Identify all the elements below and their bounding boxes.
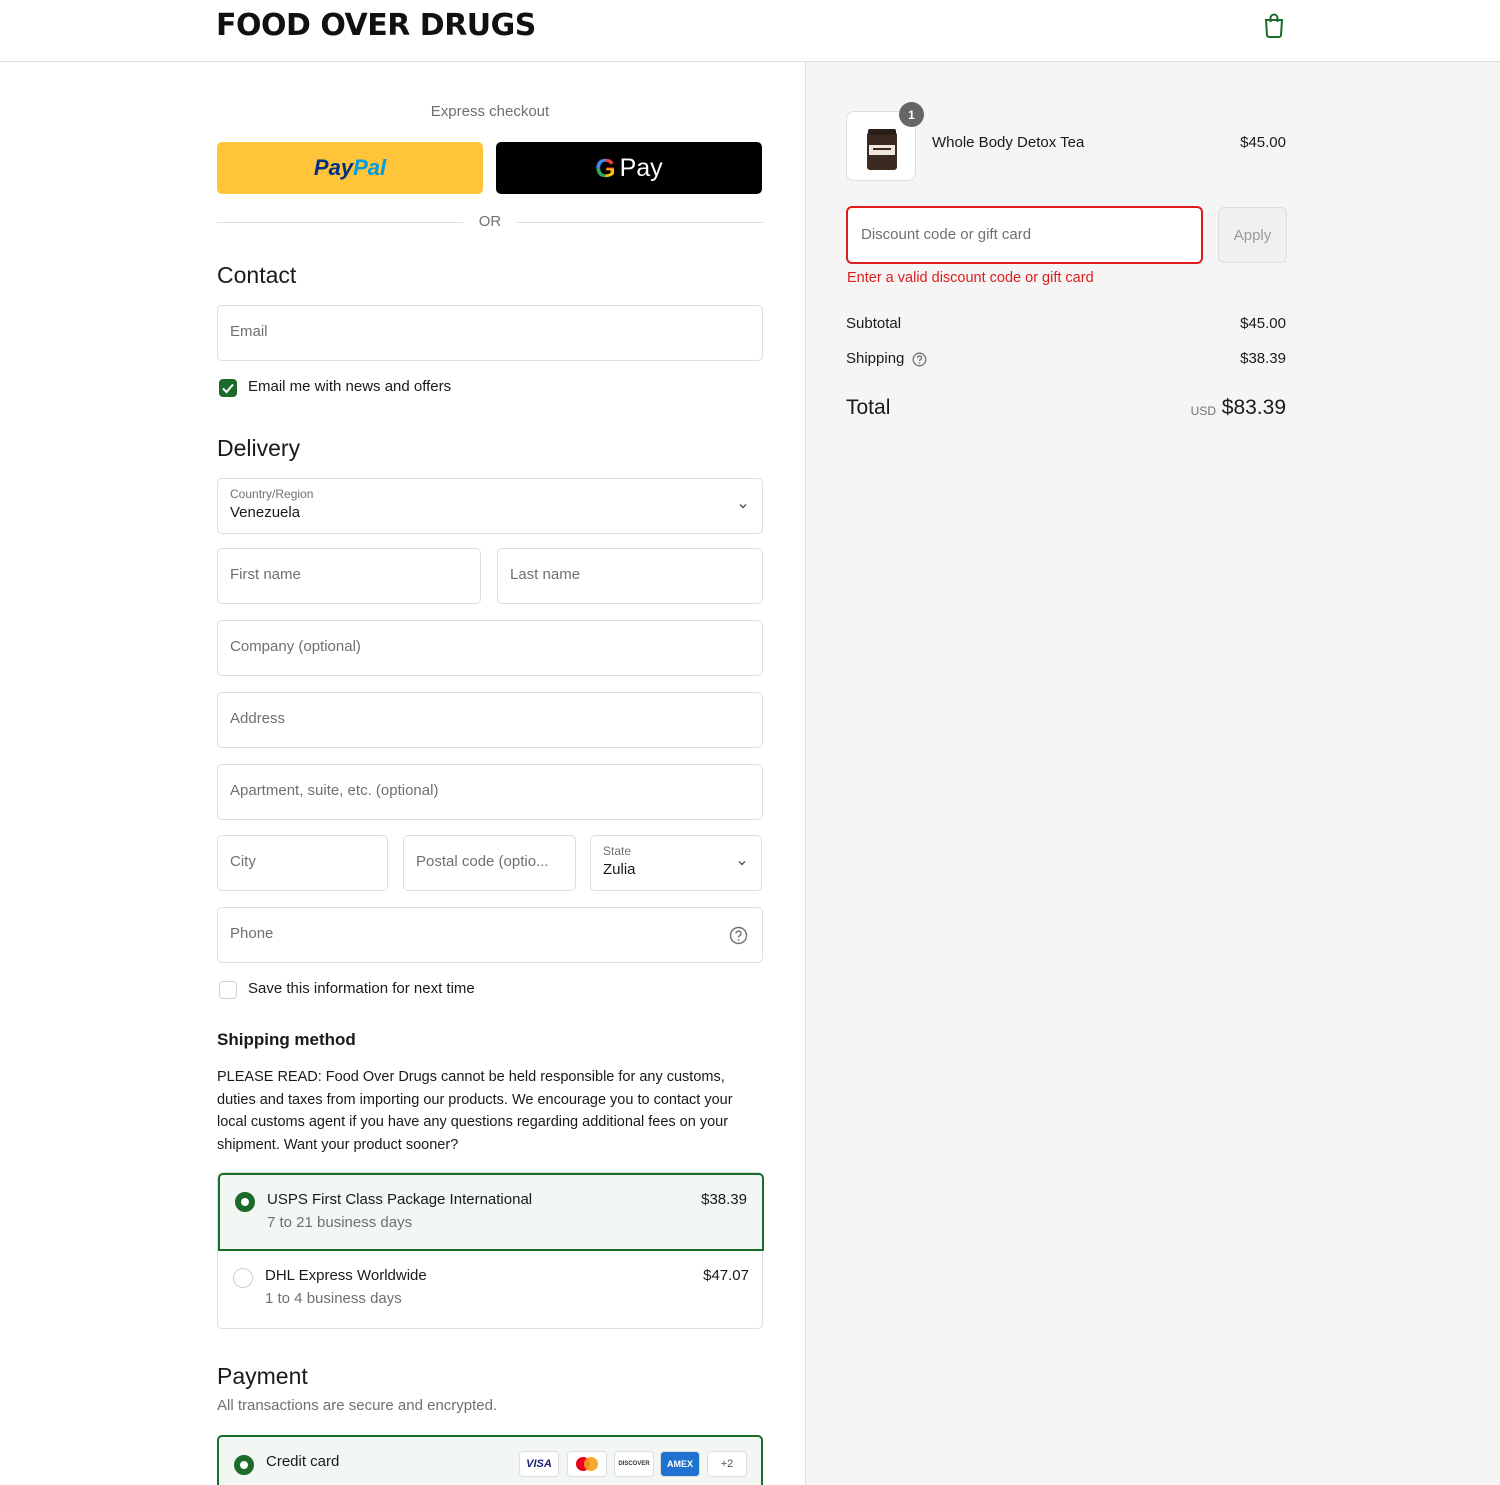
state-label: State [603, 844, 632, 858]
newsletter-label: Email me with news and offers [248, 378, 452, 395]
last-name-placeholder: Last name [510, 566, 581, 583]
discount-error-message: Enter a valid discount code or gift card [847, 270, 1094, 286]
google-g-icon: G [595, 152, 616, 183]
radio-selected[interactable] [235, 1192, 255, 1212]
subtotal-value: $45.00 [1240, 315, 1286, 332]
paypal-logo-pal: Pal [353, 155, 387, 180]
company-field[interactable]: Company (optional) [217, 620, 763, 676]
shipping-value: $38.39 [1240, 350, 1286, 367]
radio-selected[interactable] [234, 1455, 254, 1475]
product-name: Whole Body Detox Tea [932, 134, 1085, 151]
express-checkout-label: Express checkout [430, 103, 550, 120]
discount-placeholder: Discount code or gift card [861, 226, 1032, 243]
shipping-option-name: USPS First Class Package International [267, 1191, 533, 1208]
more-cards-badge: +2 [707, 1451, 747, 1477]
total-label: Total [846, 396, 891, 419]
quantity-badge: 1 [899, 102, 924, 127]
contact-heading: Contact [217, 262, 297, 288]
paypal-logo-pay: Pay [313, 155, 354, 180]
discover-icon: DISCOVER [614, 1451, 654, 1477]
shipping-option-dhl[interactable]: DHL Express Worldwide 1 to 4 business da… [218, 1251, 764, 1329]
delivery-heading: Delivery [217, 435, 301, 461]
email-field[interactable]: Email [217, 305, 763, 361]
shipping-option-usps[interactable]: USPS First Class Package International 7… [218, 1173, 764, 1251]
shipping-option-days: 1 to 4 business days [265, 1290, 402, 1307]
brand-logo[interactable]: FOOD OVER DRUGS [216, 8, 536, 43]
checkmark-icon [222, 383, 234, 394]
address-field[interactable]: Address [217, 692, 763, 748]
payment-heading: Payment [217, 1363, 308, 1389]
shipping-option-days: 7 to 21 business days [267, 1214, 413, 1231]
first-name-field[interactable]: First name [217, 548, 481, 604]
phone-field[interactable]: Phone [217, 907, 763, 963]
save-info-checkbox[interactable] [219, 981, 237, 999]
apartment-placeholder: Apartment, suite, etc. (optional) [230, 782, 439, 799]
or-divider: OR [217, 212, 763, 232]
phone-placeholder: Phone [230, 925, 274, 942]
address-placeholder: Address [230, 710, 286, 727]
postal-code-placeholder: Postal code (optio... [416, 853, 549, 870]
site-header: FOOD OVER DRUGS [0, 0, 1500, 62]
apply-discount-button[interactable]: Apply [1218, 207, 1287, 263]
apartment-field[interactable]: Apartment, suite, etc. (optional) [217, 764, 763, 820]
discount-code-input[interactable]: Discount code or gift card [846, 206, 1203, 264]
country-label: Country/Region [230, 487, 314, 501]
total-value: $83.39 [1221, 396, 1286, 419]
paypal-button[interactable]: Pay Pal [217, 142, 483, 194]
city-placeholder: City [230, 853, 256, 870]
divider-line [517, 222, 763, 223]
payment-option-credit-card[interactable]: Credit card VISA DISCOVER AMEX +2 [217, 1435, 763, 1485]
shipping-notice: PLEASE READ: Food Over Drugs cannot be h… [217, 1069, 733, 1153]
currency-code: USD [1190, 404, 1216, 418]
divider-line [217, 222, 463, 223]
chevron-down-icon [739, 504, 747, 509]
country-value: Venezuela [230, 504, 301, 521]
state-value: Zulia [603, 861, 636, 878]
subtotal-label: Subtotal [846, 315, 902, 332]
email-placeholder: Email [230, 323, 268, 340]
shipping-method-heading: Shipping method [217, 1030, 356, 1049]
state-select[interactable]: State Zulia [590, 835, 762, 891]
last-name-field[interactable]: Last name [497, 548, 763, 604]
radio-unselected[interactable] [233, 1268, 253, 1288]
shipping-option-price: $38.39 [701, 1191, 747, 1208]
chevron-down-icon [738, 861, 746, 866]
mastercard-icon [567, 1451, 607, 1477]
google-pay-button[interactable]: G Pay [496, 142, 762, 194]
save-info-label: Save this information for next time [248, 980, 475, 997]
payment-subtitle: All transactions are secure and encrypte… [217, 1397, 498, 1414]
visa-icon: VISA [519, 1451, 559, 1477]
city-field[interactable]: City [217, 835, 388, 891]
help-circle-icon[interactable] [912, 352, 927, 367]
first-name-placeholder: First name [230, 566, 301, 583]
postal-code-field[interactable]: Postal code (optio... [403, 835, 576, 891]
country-select[interactable]: Country/Region Venezuela [217, 478, 763, 534]
company-placeholder: Company (optional) [230, 638, 361, 655]
or-text: OR [478, 213, 502, 230]
shipping-option-name: DHL Express Worldwide [265, 1267, 427, 1284]
shopping-bag-icon[interactable] [1262, 12, 1286, 38]
shipping-label: Shipping [846, 350, 905, 367]
shipping-options: USPS First Class Package International 7… [217, 1172, 764, 1329]
shipping-option-price: $47.07 [703, 1267, 749, 1284]
product-price: $45.00 [1240, 134, 1286, 151]
credit-card-label: Credit card [266, 1453, 340, 1470]
google-pay-label: Pay [619, 153, 663, 182]
help-circle-icon[interactable] [729, 926, 748, 945]
newsletter-checkbox[interactable] [219, 379, 237, 397]
amex-icon: AMEX [660, 1451, 700, 1477]
